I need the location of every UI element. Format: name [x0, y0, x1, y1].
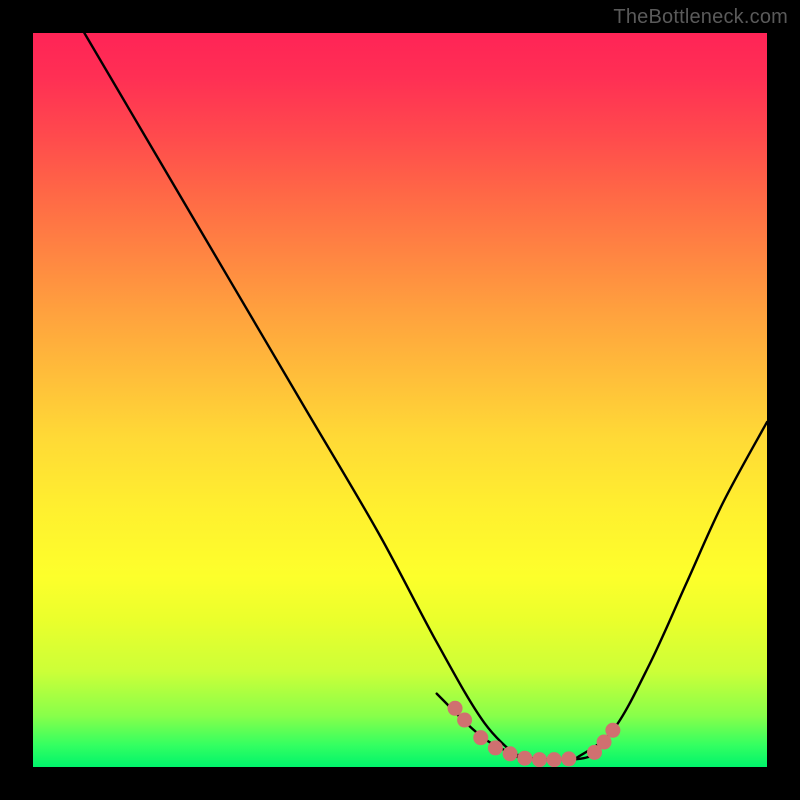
- valley-marker: [503, 746, 518, 761]
- valley-marker: [448, 701, 463, 716]
- series-valley: [437, 694, 598, 760]
- watermark: TheBottleneck.com: [613, 6, 788, 29]
- plot-area: [33, 33, 767, 767]
- valley-marker: [473, 730, 488, 745]
- valley-marker: [517, 751, 532, 766]
- valley-marker: [605, 723, 620, 738]
- series-left-branch: [84, 33, 524, 763]
- curve-svg: [33, 33, 767, 767]
- series-right-branch: [576, 422, 767, 758]
- valley-marker: [457, 713, 472, 728]
- valley-marker: [532, 752, 547, 767]
- valley-marker: [547, 752, 562, 767]
- valley-marker: [488, 740, 503, 755]
- valley-marker: [561, 751, 576, 766]
- chart-root: TheBottleneck.com: [0, 0, 800, 800]
